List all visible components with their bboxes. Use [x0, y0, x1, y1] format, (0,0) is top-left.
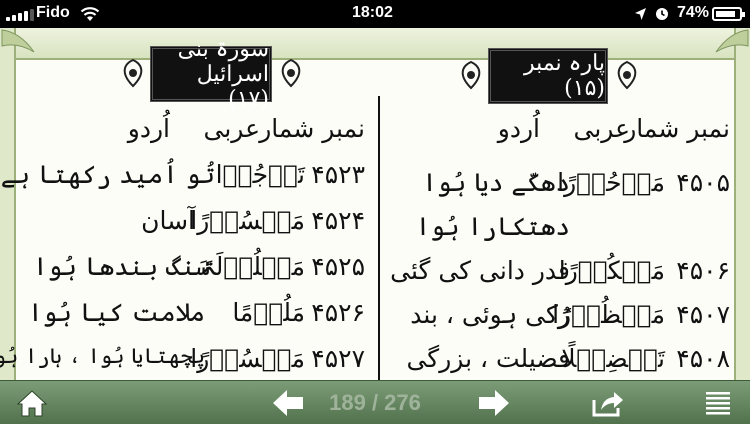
entry-arabic: مَحۡسُوۡرًا — [190, 344, 305, 373]
column-header-number: نمبر شمار — [624, 114, 730, 143]
entry-urdu: سَنگ بندھا ہُوا — [32, 252, 210, 281]
list-icon — [706, 391, 730, 414]
entry-number: ۴۵۲۵ — [311, 252, 365, 281]
column-header-number: نمبر شمار — [259, 114, 365, 143]
bottom-toolbar: 189 / 276 — [0, 380, 750, 424]
entry-number: ۴۵۲۴ — [311, 206, 365, 235]
carrier-name: Fido — [36, 4, 70, 21]
entry-number: ۴۵۲۳ — [311, 160, 365, 189]
entry-arabic: تَفۡضِیۡلًا — [561, 344, 665, 373]
contents-list-button[interactable] — [698, 381, 738, 424]
header-ornament-icon — [123, 58, 143, 88]
corner-ornament-icon — [1, 29, 35, 53]
page-border-left — [0, 28, 16, 380]
alarm-clock-icon — [656, 8, 668, 20]
surah-title: سورۃ بنی اسرائیل (۱۷) — [150, 37, 272, 112]
entry-urdu: دھتکارا ہُوا — [415, 212, 570, 241]
home-icon — [16, 389, 48, 416]
share-icon — [592, 391, 623, 416]
entry-number: ۴۵۰۷ — [676, 300, 730, 329]
column-header-arabic: عربی — [203, 114, 260, 143]
entry-arabic: مَشۡکُوۡرًا — [558, 256, 665, 285]
entry-arabic: مَلُوۡمًا — [232, 298, 305, 327]
wifi-icon — [80, 7, 100, 21]
page-border-right — [734, 28, 750, 380]
entry-urdu: دھکّے دیا ہُوا — [422, 168, 570, 197]
battery-icon — [712, 7, 745, 21]
entry-urdu: فضیلت ، بزرگی — [406, 344, 570, 373]
header-ornament-icon — [617, 60, 637, 90]
entry-urdu: ملامت کیا ہُوا — [27, 298, 205, 327]
column-divider — [378, 96, 380, 380]
entry-number: ۴۵۲۷ — [311, 344, 365, 373]
book-page: سورۃ بنی اسرائیل (۱۷) پارہ نمبر (۱۵) نمب… — [0, 28, 750, 380]
entry-arabic: مَغۡلُوۡلَۃً — [201, 252, 305, 281]
entry-urdu: رُکی ہوئی ، بند — [410, 300, 570, 329]
column-header-urdu: اُردو — [497, 114, 540, 143]
entry-urdu: آسان — [141, 206, 195, 235]
page-indicator: 189 / 276 — [329, 389, 421, 415]
signal-strength-icon — [6, 9, 36, 21]
entry-urdu: قدر دانی کی گئی — [390, 256, 570, 285]
entry-number: ۴۵۲۶ — [311, 298, 365, 327]
status-bar: Fido 18:02 74% — [0, 0, 750, 28]
home-button[interactable] — [10, 381, 54, 424]
next-arrow-icon — [479, 389, 509, 416]
para-title: پارہ نمبر (۱۵) — [488, 48, 608, 104]
entry-number: ۴۵۰۸ — [676, 344, 730, 373]
entry-arabic: تَرۡجُوۡا — [215, 160, 305, 189]
battery-percent: 74% — [677, 4, 710, 21]
entry-urdu: پچھتایا ہُوا ، ہارا ہُوا — [0, 344, 205, 368]
page-border-top — [0, 28, 750, 60]
entry-arabic: مَدۡحُوۡرًا — [557, 168, 665, 197]
header-ornament-icon — [461, 60, 481, 90]
next-page-button[interactable] — [474, 381, 514, 424]
corner-ornament-icon — [715, 29, 749, 53]
clock-time: 18:02 — [352, 4, 393, 21]
entry-arabic: مَیۡسُوۡرًا — [190, 206, 305, 235]
entry-number: ۴۵۰۶ — [676, 256, 730, 285]
entry-urdu: تُو اُمید رکھتا ہے — [0, 160, 215, 189]
column-header-arabic: عربی — [573, 114, 630, 143]
entry-number: ۴۵۰۵ — [676, 168, 730, 197]
header-ornament-icon — [281, 58, 301, 88]
share-button[interactable] — [588, 381, 628, 424]
location-arrow-icon — [635, 8, 646, 20]
column-header-urdu: اُردو — [127, 114, 170, 143]
